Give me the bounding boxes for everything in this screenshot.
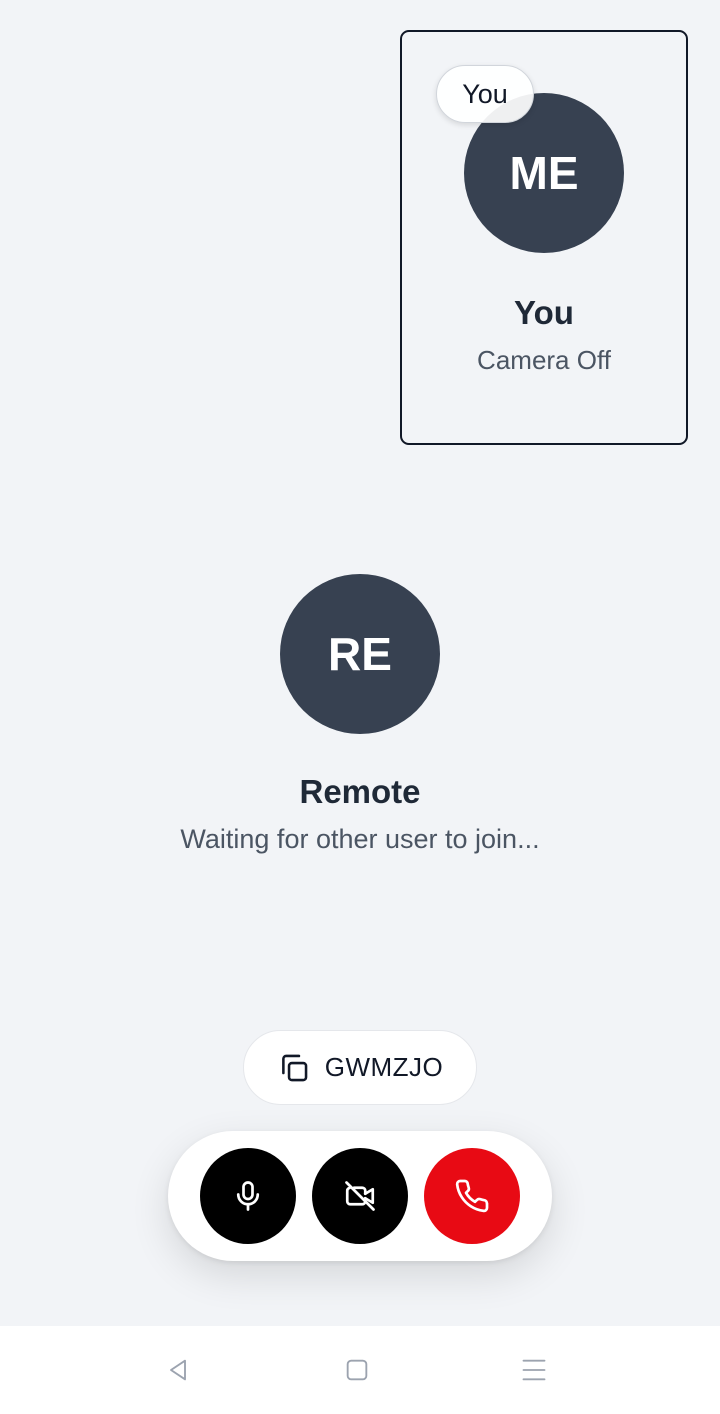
mute-button[interactable] (200, 1148, 296, 1244)
remote-name: Remote (299, 773, 421, 810)
room-code: GWMZJO (324, 1052, 444, 1082)
camera-toggle-button[interactable] (312, 1148, 408, 1244)
self-video-tile[interactable]: ME You You Camera Off (400, 30, 688, 445)
phone-icon (454, 1178, 490, 1214)
you-badge: You (436, 65, 534, 123)
remote-avatar: RE (280, 574, 440, 734)
microphone-icon (230, 1178, 266, 1214)
copy-icon (277, 1051, 311, 1085)
call-controls-bar (168, 1131, 552, 1261)
self-camera-status: Camera Off (477, 345, 611, 375)
back-icon[interactable] (160, 1352, 196, 1388)
copy-room-code-button[interactable]: GWMZJO (243, 1030, 477, 1105)
remote-status: Waiting for other user to join... (180, 824, 540, 854)
camera-off-icon (342, 1178, 378, 1214)
self-name: You (514, 294, 574, 331)
home-icon[interactable] (339, 1352, 375, 1388)
system-nav-bar (0, 1326, 720, 1414)
recents-icon[interactable] (516, 1352, 552, 1388)
end-call-button[interactable] (424, 1148, 520, 1244)
